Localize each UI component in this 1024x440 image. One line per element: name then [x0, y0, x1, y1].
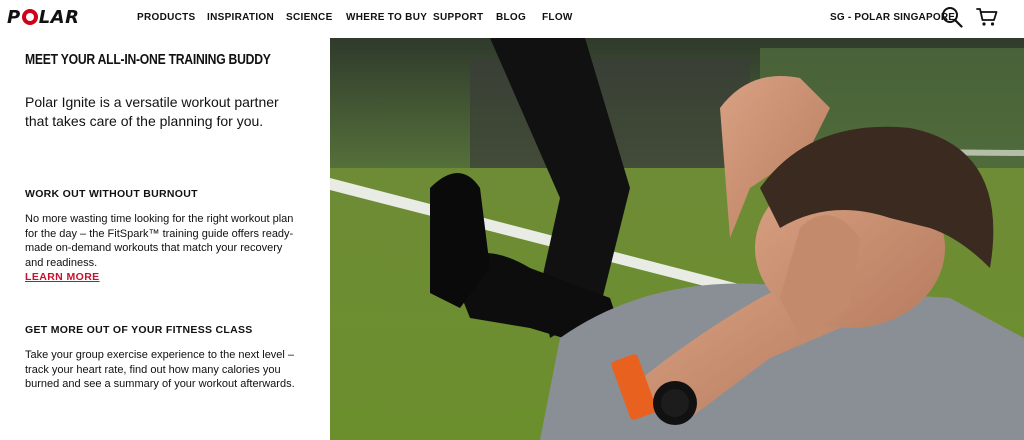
- search-icon[interactable]: [941, 6, 963, 28]
- polar-logo[interactable]: P LAR: [7, 7, 79, 28]
- nav-inspiration[interactable]: INSPIRATION: [207, 12, 274, 23]
- logo-red-o-icon: [21, 9, 38, 25]
- learn-more-link[interactable]: LEARN MORE: [25, 271, 100, 283]
- nav-products[interactable]: PRODUCTS: [137, 12, 196, 23]
- nav-flow[interactable]: FLOW: [542, 12, 573, 23]
- nav-where-to-buy[interactable]: WHERE TO BUY: [346, 12, 427, 23]
- page-title: MEET YOUR ALL-IN-ONE TRAINING BUDDY: [25, 52, 271, 68]
- hero-image: [330, 38, 1024, 440]
- logo-letters-lar: LAR: [38, 6, 80, 28]
- logo-wordmark: P LAR: [7, 7, 79, 28]
- region-selector[interactable]: SG - POLAR SINGAPORE: [830, 12, 955, 23]
- section-body-fitness-class: Take your group exercise experience to t…: [25, 349, 295, 390]
- intro-text: Polar Ignite is a versatile workout part…: [25, 94, 279, 129]
- section-heading-fitness-class: GET MORE OUT OF YOUR FITNESS CLASS: [25, 324, 253, 336]
- nav-blog[interactable]: BLOG: [496, 12, 526, 23]
- feature-content: MEET YOUR ALL-IN-ONE TRAINING BUDDY Pola…: [0, 38, 330, 440]
- logo-letter-p: P: [7, 6, 21, 28]
- site-header: P LAR PRODUCTS INSPIRATION SCIENCE WHERE…: [0, 0, 1024, 38]
- nav-support[interactable]: SUPPORT: [433, 12, 483, 23]
- cart-icon[interactable]: [976, 7, 998, 27]
- section-heading-burnout: WORK OUT WITHOUT BURNOUT: [25, 188, 198, 200]
- hero-photo-man-workout: [330, 38, 1024, 440]
- nav-science[interactable]: SCIENCE: [286, 12, 333, 23]
- section-body-burnout: No more wasting time looking for the rig…: [25, 213, 294, 269]
